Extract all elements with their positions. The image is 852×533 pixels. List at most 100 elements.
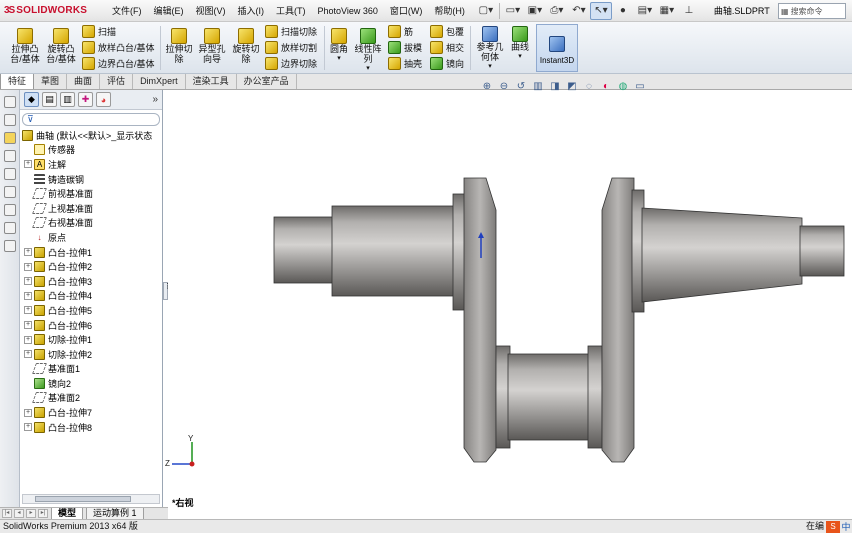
first-tab-icon[interactable]: |◂ xyxy=(2,509,12,518)
extrude-boss-button[interactable]: 拉伸凸台/基体 xyxy=(8,28,42,64)
search-commands[interactable]: ▦ 搜索命令 xyxy=(778,3,846,19)
tab-6[interactable]: 办公室产品 xyxy=(237,74,297,89)
rebuild-icon[interactable]: ● xyxy=(612,2,634,20)
intersect-button[interactable]: 相交 xyxy=(430,41,464,54)
scrollbar-thumb[interactable] xyxy=(35,496,131,502)
tree-item[interactable]: + 凸台-拉伸4 xyxy=(20,289,162,304)
tree-item[interactable]: + 凸台-拉伸2 xyxy=(20,259,162,274)
tab-1[interactable]: 草图 xyxy=(34,74,68,89)
expand-icon[interactable]: + xyxy=(24,248,32,257)
tree-root[interactable]: 曲轴 (默认<<默认>_显示状态 xyxy=(20,128,162,143)
design-library-icon[interactable] xyxy=(3,114,16,126)
display-manager-tab-icon[interactable]: ◕ xyxy=(96,92,111,107)
tree-item[interactable]: 前视基准面 xyxy=(20,186,162,201)
menu-item-7[interactable]: 帮助(H) xyxy=(428,0,471,22)
dimxpert-tab-icon[interactable]: ✚ xyxy=(78,92,93,107)
boundary-cut-button[interactable]: 边界切除 xyxy=(265,57,317,70)
expand-icon[interactable]: + xyxy=(24,160,32,169)
property-manager-tab-icon[interactable]: ▤ xyxy=(42,92,57,107)
tree-horizontal-scrollbar[interactable] xyxy=(22,494,160,504)
expand-icon[interactable]: + xyxy=(24,306,32,315)
tree-item[interactable]: + A 注解 xyxy=(20,157,162,172)
tab-5[interactable]: 渲染工具 xyxy=(186,74,237,89)
last-tab-icon[interactable]: ▸| xyxy=(38,509,48,518)
tab-0[interactable]: 特征 xyxy=(0,74,35,89)
tree-item[interactable]: + 切除-拉伸1 xyxy=(20,332,162,347)
tree-item[interactable]: 铸造碳钢 xyxy=(20,172,162,187)
appearances-icon[interactable] xyxy=(3,186,16,198)
instant3d-button[interactable]: Instant3D xyxy=(536,24,578,72)
tree-item[interactable]: + 凸台-拉伸8 xyxy=(20,420,162,435)
menu-item-3[interactable]: 插入(I) xyxy=(232,0,271,22)
rib-button[interactable]: 筋 xyxy=(388,25,413,38)
draft-button[interactable]: 拔模 xyxy=(388,41,422,54)
feature-tree-tab-icon[interactable]: ◆ xyxy=(24,92,39,107)
save-icon[interactable]: ▣▾ xyxy=(524,2,546,20)
expand-icon[interactable]: + xyxy=(24,423,32,432)
tree-item[interactable]: 镜向2 xyxy=(20,376,162,391)
expand-icon[interactable]: + xyxy=(24,277,32,286)
curves-button[interactable]: 曲线 ▾ xyxy=(508,26,532,62)
view-palette-icon[interactable] xyxy=(3,168,16,180)
print-icon[interactable]: ⎙▾ xyxy=(546,2,568,20)
curves-dropdown-arrow[interactable]: ▾ xyxy=(518,52,522,62)
options-icon[interactable]: ▦▾ xyxy=(656,2,678,20)
tree-item[interactable]: + 凸台-拉伸7 xyxy=(20,405,162,420)
tree-item[interactable]: 右视基准面 xyxy=(20,216,162,231)
new-document-icon[interactable]: ▢▾ xyxy=(475,2,497,20)
pin-icon[interactable]: ⊥ xyxy=(678,2,700,20)
tab-4[interactable]: DimXpert xyxy=(133,74,186,89)
wrap-button[interactable]: 包覆 xyxy=(430,25,464,38)
tree-item[interactable]: 传感器 xyxy=(20,143,162,158)
more-tabs-chevron-icon[interactable]: » xyxy=(152,94,158,105)
next-tab-icon[interactable]: ▸ xyxy=(26,509,36,518)
file-properties-icon[interactable]: ▤▾ xyxy=(634,2,656,20)
expand-icon[interactable]: + xyxy=(24,335,32,344)
reference-geometry-dropdown-arrow[interactable]: ▾ xyxy=(488,62,492,72)
menu-item-2[interactable]: 视图(V) xyxy=(190,0,232,22)
tab-motion-study[interactable]: 运动算例 1 xyxy=(86,507,144,520)
custom-properties-icon[interactable] xyxy=(3,204,16,216)
tab-2[interactable]: 曲面 xyxy=(67,74,101,89)
tree-item[interactable]: + 凸台-拉伸3 xyxy=(20,274,162,289)
search-icon[interactable] xyxy=(3,150,16,162)
tree-item[interactable]: 基准面2 xyxy=(20,391,162,406)
boundary-boss-button[interactable]: 边界凸台/基体 xyxy=(82,57,155,70)
tree-item[interactable]: 基准面1 xyxy=(20,362,162,377)
tab-model[interactable]: 模型 xyxy=(51,507,84,520)
toolbox-icon[interactable] xyxy=(3,222,16,234)
fillet-button[interactable]: 圆角 ▾ xyxy=(327,28,351,64)
graphics-area[interactable]: ⊕ ⊖ ↺ ▥ ◨ ◩ ◌ ◐ ◍ ▭ Y Z xyxy=(165,81,852,518)
sweep-button[interactable]: 扫描 xyxy=(82,25,116,38)
select-pointer-icon[interactable]: ↖▾ xyxy=(589,1,612,20)
revolve-boss-button[interactable]: 旋转凸台/基体 xyxy=(44,28,78,64)
menu-item-5[interactable]: PhotoView 360 xyxy=(312,0,384,22)
fillet-dropdown-arrow[interactable]: ▾ xyxy=(337,54,341,64)
undo-icon[interactable]: ↶▾ xyxy=(568,2,590,20)
revolve-cut-button[interactable]: 旋转切除 xyxy=(230,28,262,64)
language-indicator[interactable]: 中 xyxy=(840,521,852,533)
expand-icon[interactable]: + xyxy=(24,291,32,300)
extrude-cut-button[interactable]: 拉伸切除 xyxy=(164,28,194,64)
tree-item[interactable]: 上视基准面 xyxy=(20,201,162,216)
tree-item[interactable]: ↓ 原点 xyxy=(20,230,162,245)
linear-pattern-button[interactable]: 线性阵列 ▾ xyxy=(354,28,382,74)
crankshaft-model[interactable] xyxy=(168,90,852,518)
swept-cut-button[interactable]: 扫描切除 xyxy=(265,25,317,38)
expand-icon[interactable]: + xyxy=(24,408,32,417)
tab-3[interactable]: 评估 xyxy=(100,74,134,89)
configuration-manager-tab-icon[interactable]: ▥ xyxy=(60,92,75,107)
tree-item[interactable]: + 凸台-拉伸6 xyxy=(20,318,162,333)
reference-geometry-button[interactable]: 参考几何体 ▾ xyxy=(474,26,506,72)
ime-icon[interactable]: S xyxy=(826,520,840,533)
tree-item[interactable]: + 凸台-拉伸5 xyxy=(20,303,162,318)
expand-icon[interactable]: + xyxy=(24,262,32,271)
feature-filter-input[interactable]: ⊽ xyxy=(22,113,160,126)
menu-item-4[interactable]: 工具(T) xyxy=(270,0,312,22)
prev-tab-icon[interactable]: ◂ xyxy=(14,509,24,518)
loft-boss-button[interactable]: 放样凸台/基体 xyxy=(82,41,155,54)
file-explorer-icon[interactable] xyxy=(3,132,16,144)
shell-button[interactable]: 抽壳 xyxy=(388,57,422,70)
resources-icon[interactable] xyxy=(3,96,16,108)
tree-item[interactable]: + 切除-拉伸2 xyxy=(20,347,162,362)
